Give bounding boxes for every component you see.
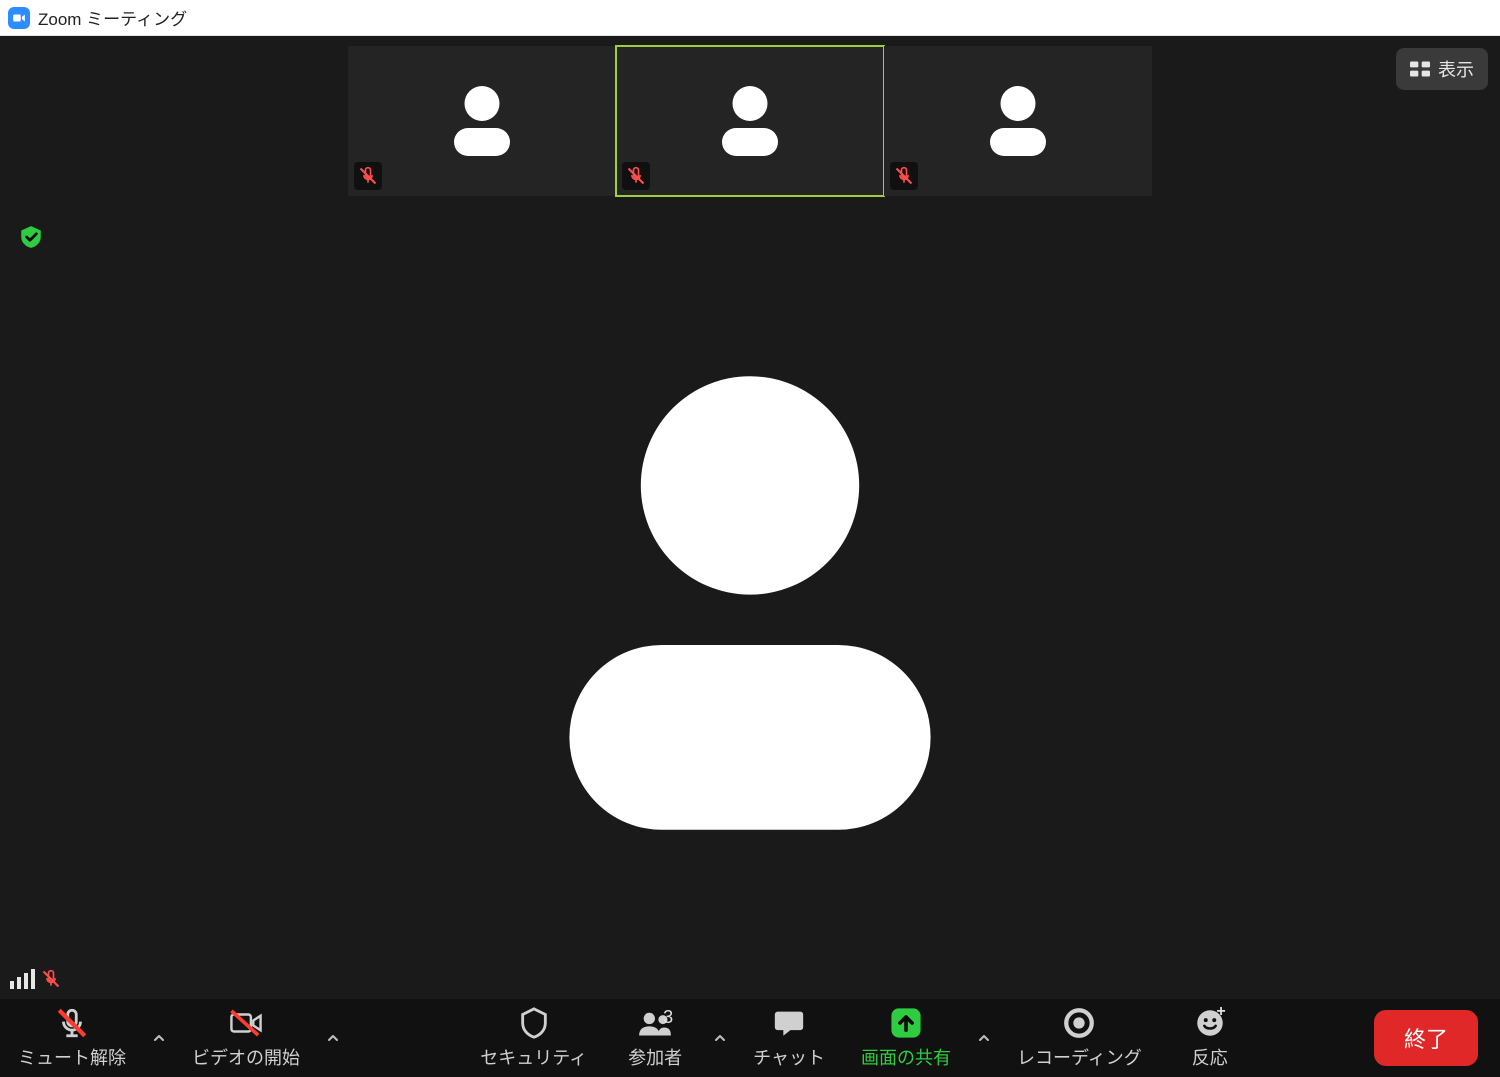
avatar-icon xyxy=(447,79,517,163)
window-titlebar: Zoom ミーティング xyxy=(0,0,1500,36)
start-video-label: ビデオの開始 xyxy=(192,1044,300,1070)
chat-icon xyxy=(772,1006,806,1040)
participant-thumbnail[interactable] xyxy=(348,46,616,196)
share-screen-button[interactable]: 画面の共有 xyxy=(843,999,969,1077)
video-options-caret[interactable] xyxy=(318,999,348,1077)
view-button[interactable]: 表示 xyxy=(1396,48,1488,90)
encryption-shield-icon[interactable] xyxy=(18,224,44,255)
view-button-label: 表示 xyxy=(1438,56,1474,82)
chat-button[interactable]: チャット xyxy=(735,999,843,1077)
security-label: セキュリティ xyxy=(480,1044,587,1070)
shield-icon xyxy=(517,1006,551,1040)
plus-badge-icon: + xyxy=(1216,1003,1225,1021)
audio-options-caret[interactable] xyxy=(144,999,174,1077)
chat-label: チャット xyxy=(753,1044,825,1070)
record-button[interactable]: レコーディング xyxy=(999,999,1160,1077)
participants-options-caret[interactable] xyxy=(705,999,735,1077)
start-video-button[interactable]: ビデオの開始 xyxy=(174,999,318,1077)
mic-muted-icon xyxy=(55,1006,89,1040)
video-off-icon xyxy=(229,1006,263,1040)
mic-muted-icon xyxy=(354,162,382,190)
share-screen-icon xyxy=(889,1006,923,1040)
participant-thumbnail[interactable] xyxy=(884,46,1152,196)
participant-thumbnail-active[interactable] xyxy=(616,46,884,196)
meeting-toolbar: ミュート解除 ビデオの開始 セキュリティ xyxy=(0,999,1500,1077)
meeting-area: 表示 ミュート解除 xyxy=(0,36,1500,1077)
zoom-logo-icon xyxy=(8,7,30,29)
security-button[interactable]: セキュリティ xyxy=(462,999,605,1077)
participants-button[interactable]: 3 参加者 xyxy=(605,999,705,1077)
end-meeting-label: 終了 xyxy=(1404,1027,1448,1052)
connection-status[interactable] xyxy=(10,969,61,989)
speaker-avatar-icon xyxy=(540,351,960,855)
share-screen-label: 画面の共有 xyxy=(861,1044,951,1070)
share-options-caret[interactable] xyxy=(969,999,999,1077)
avatar-icon xyxy=(983,79,1053,163)
reactions-button[interactable]: + 反応 xyxy=(1160,999,1260,1077)
gallery-strip: 表示 xyxy=(0,36,1500,206)
avatar-icon xyxy=(715,79,785,163)
mic-muted-icon xyxy=(41,969,61,989)
window-title: Zoom ミーティング xyxy=(38,5,187,30)
grid-icon xyxy=(1410,61,1430,77)
record-label: レコーディング xyxy=(1017,1044,1142,1070)
end-meeting-button[interactable]: 終了 xyxy=(1374,1010,1478,1066)
unmute-label: ミュート解除 xyxy=(18,1044,126,1070)
speaker-view xyxy=(0,206,1500,999)
reactions-label: 反応 xyxy=(1192,1044,1228,1070)
mic-muted-icon xyxy=(622,162,650,190)
participants-label: 参加者 xyxy=(628,1044,682,1070)
mic-muted-icon xyxy=(890,162,918,190)
signal-bars-icon xyxy=(10,969,35,989)
unmute-button[interactable]: ミュート解除 xyxy=(0,999,144,1077)
record-icon xyxy=(1062,1006,1096,1040)
participants-count: 3 xyxy=(663,1007,673,1028)
